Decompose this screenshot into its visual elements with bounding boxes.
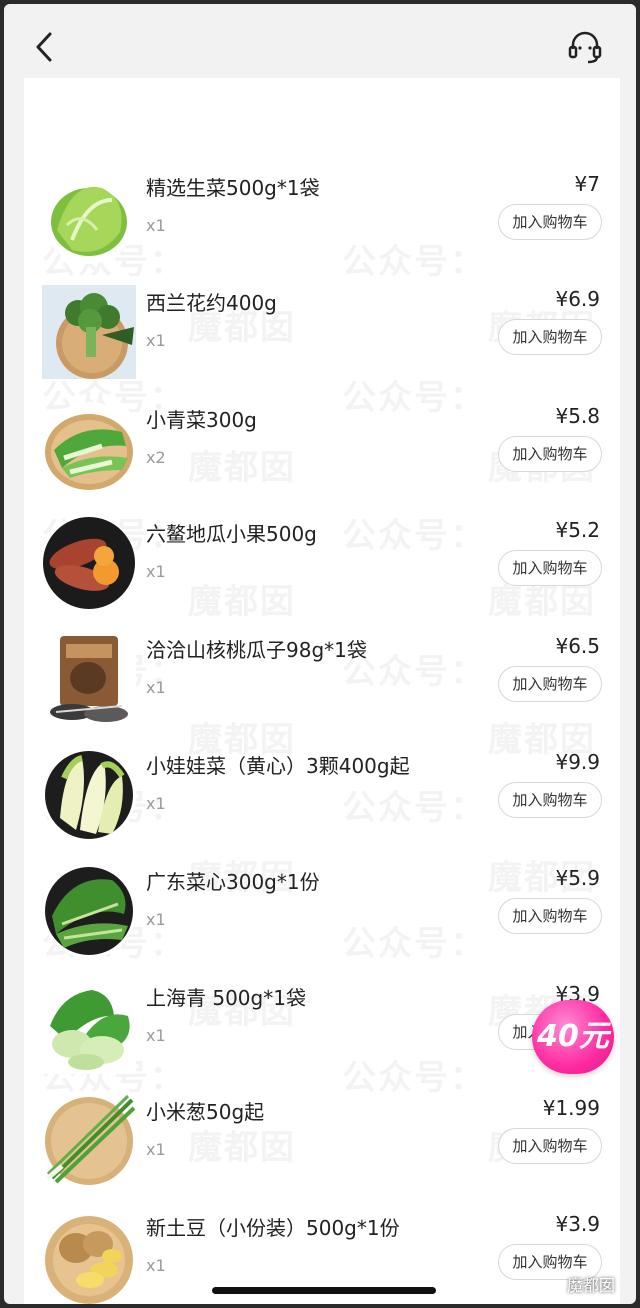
order-item[interactable]: 西兰花约400g ¥6.9 x1 加入购物车: [24, 285, 620, 401]
scallions-thumbnail[interactable]: [42, 1094, 136, 1188]
item-quantity: x1: [146, 794, 166, 813]
item-name[interactable]: 西兰花约400g: [146, 287, 277, 316]
item-name[interactable]: 上海青 500g*1袋: [146, 982, 306, 1011]
add-to-cart-button[interactable]: 加入购物车: [498, 204, 602, 240]
shanghai-bok-choy-thumbnail[interactable]: [42, 980, 136, 1074]
top-nav-bar: [4, 4, 636, 78]
lettuce-thumbnail[interactable]: [42, 170, 136, 264]
item-quantity: x1: [146, 216, 166, 235]
item-price: ¥3.9: [555, 1212, 600, 1236]
item-price: ¥6.9: [555, 287, 600, 311]
item-name[interactable]: 小青菜300g: [146, 404, 257, 433]
item-price: ¥6.5: [555, 634, 600, 658]
item-name[interactable]: 新土豆（小份装）500g*1份: [146, 1212, 400, 1241]
item-name[interactable]: 六鳌地瓜小果500g: [146, 518, 317, 547]
item-quantity: x1: [146, 562, 166, 581]
item-quantity: x1: [146, 910, 166, 929]
item-quantity: x1: [146, 331, 166, 350]
item-quantity: x2: [146, 448, 166, 467]
order-item[interactable]: 洽洽山核桃瓜子98g*1袋 ¥6.5 x1 加入购物车: [24, 632, 620, 748]
coupon-badge-label: 40元: [537, 1019, 609, 1054]
item-quantity: x1: [146, 1026, 166, 1045]
order-item[interactable]: 小青菜300g ¥5.8 x2 加入购物车: [24, 402, 620, 518]
wechat-watermark-label: 魔都囡: [567, 1276, 616, 1295]
choy-sum-thumbnail[interactable]: [42, 864, 136, 958]
order-item[interactable]: 小娃娃菜（黄心）3颗400g起 ¥9.9 x1 加入购物车: [24, 748, 620, 864]
add-to-cart-button[interactable]: 加入购物车: [498, 666, 602, 702]
order-item-list: 公众号：公众号：魔都囡魔都囡公众号：公众号：魔都囡魔都囡公众号：公众号：魔都囡魔…: [24, 4, 620, 1304]
add-to-cart-button[interactable]: 加入购物车: [498, 782, 602, 818]
home-indicator[interactable]: [212, 1287, 436, 1294]
baby-cabbage-thumbnail[interactable]: [42, 748, 136, 842]
item-name[interactable]: 精选生菜500g*1袋: [146, 172, 320, 201]
add-to-cart-button[interactable]: 加入购物车: [498, 319, 602, 355]
order-item[interactable]: 六鳌地瓜小果500g ¥5.2 x1 加入购物车: [24, 516, 620, 632]
item-name[interactable]: 洽洽山核桃瓜子98g*1袋: [146, 634, 367, 663]
add-to-cart-button[interactable]: 加入购物车: [498, 1128, 602, 1164]
screen: 公众号：公众号：魔都囡魔都囡公众号：公众号：魔都囡魔都囡公众号：公众号：魔都囡魔…: [4, 4, 636, 1304]
add-to-cart-button[interactable]: 加入购物车: [498, 550, 602, 586]
item-price: ¥7: [574, 172, 600, 196]
order-item[interactable]: 精选生菜500g*1袋 ¥7 x1 加入购物车: [24, 170, 620, 286]
chevron-left-icon[interactable]: [30, 30, 58, 64]
bok-choy-thumbnail[interactable]: [42, 402, 136, 496]
add-to-cart-button[interactable]: 加入购物车: [498, 898, 602, 934]
item-price: ¥5.9: [555, 866, 600, 890]
order-item[interactable]: 上海青 500g*1袋¥3.9x1加入购物车: [24, 980, 620, 1096]
item-price: ¥5.8: [555, 404, 600, 428]
broccoli-thumbnail[interactable]: [42, 285, 136, 379]
item-price: ¥1.99: [542, 1096, 600, 1120]
item-price: ¥9.9: [555, 750, 600, 774]
add-to-cart-button[interactable]: 加入购物车: [498, 436, 602, 472]
wechat-watermark: 魔都囡: [546, 1272, 615, 1296]
item-quantity: x1: [146, 1256, 166, 1275]
item-name[interactable]: 广东菜心300g*1份: [146, 866, 320, 895]
sunflower-seeds-thumbnail[interactable]: [42, 632, 136, 726]
sweet-potato-thumbnail[interactable]: [42, 516, 136, 610]
order-item[interactable]: 小米葱50g起 ¥1.99 x1 加入购物车: [24, 1094, 620, 1210]
item-name[interactable]: 小米葱50g起: [146, 1096, 264, 1125]
order-item[interactable]: 广东菜心300g*1份 ¥5.9 x1 加入购物车: [24, 864, 620, 980]
item-quantity: x1: [146, 1140, 166, 1159]
item-name[interactable]: 小娃娃菜（黄心）3颗400g起: [146, 750, 410, 779]
wechat-icon: [546, 1279, 564, 1294]
potatoes-thumbnail[interactable]: [42, 1210, 136, 1304]
item-quantity: x1: [146, 678, 166, 697]
headset-icon[interactable]: [566, 28, 604, 66]
item-price: ¥5.2: [555, 518, 600, 542]
coupon-badge[interactable]: 40元: [532, 1000, 614, 1074]
